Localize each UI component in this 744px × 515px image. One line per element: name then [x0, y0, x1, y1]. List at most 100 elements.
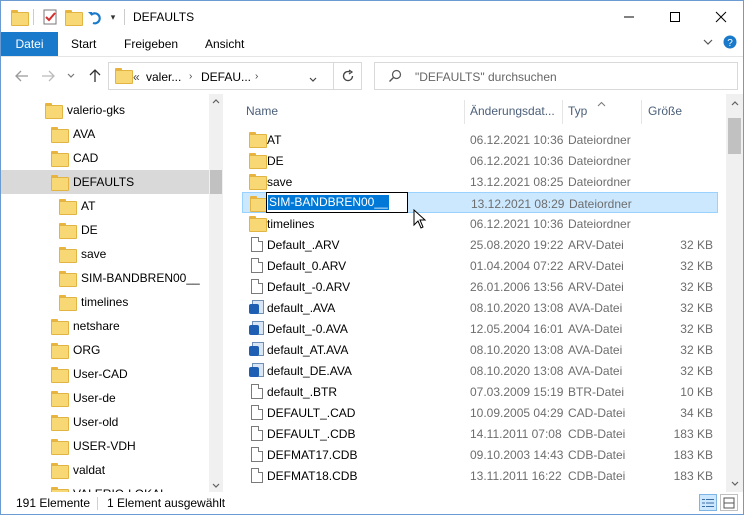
- column-header-size[interactable]: Größe: [648, 94, 682, 128]
- file-row[interactable]: save 13.12.2021 08:25 Dateiordner: [242, 171, 718, 192]
- column-divider[interactable]: [562, 100, 563, 124]
- file-row[interactable]: SIM-BANDBREN00__ 13.12.2021 08:29 Dateiord…: [242, 192, 718, 213]
- file-row[interactable]: Default_0.ARV 01.04.2004 07:22 ARV-Datei 32…: [242, 255, 718, 276]
- file-list-scroll-thumb[interactable]: [728, 118, 741, 154]
- nav-item[interactable]: User-de: [1, 386, 209, 410]
- file-row[interactable]: DE 06.12.2021 10:36 Dateiordner: [242, 150, 718, 171]
- rename-input[interactable]: SIM-BANDBREN00__: [266, 192, 408, 213]
- file-name: timelines: [267, 217, 315, 231]
- nav-item[interactable]: valdat: [1, 458, 209, 482]
- undo-icon[interactable]: [86, 7, 104, 27]
- maximize-button[interactable]: [652, 1, 698, 32]
- nav-item[interactable]: VALERIO-LOKAL: [1, 482, 209, 492]
- help-icon[interactable]: ?: [723, 35, 737, 52]
- nav-item[interactable]: DE: [1, 218, 209, 242]
- nav-scrollbar[interactable]: [209, 94, 223, 492]
- nav-item[interactable]: SIM-BANDBREN00__: [1, 266, 209, 290]
- rename-selected-text: SIM-BANDBREN00__: [268, 195, 389, 210]
- file-date: 07.03.2009 15:19: [470, 385, 564, 399]
- search-input[interactable]: "DEFAULTS" durchsuchen: [374, 62, 738, 90]
- explorer-window: ▾ DEFAULTS Datei Start Freigeben Ansicht…: [0, 0, 744, 515]
- address-dropdown-icon[interactable]: [309, 72, 317, 86]
- divider: [124, 9, 125, 25]
- file-row[interactable]: Default_.ARV 25.08.2020 19:22 ARV-Datei 32 …: [242, 234, 718, 255]
- nav-item[interactable]: valerio-gks: [1, 98, 209, 122]
- tab-share[interactable]: Freigeben: [111, 32, 191, 56]
- scroll-down-icon[interactable]: [728, 476, 742, 490]
- file-row[interactable]: default_DE.AVA 08.10.2020 13:08 AVA-Datei 3…: [242, 360, 718, 381]
- refresh-button[interactable]: [333, 63, 361, 89]
- scroll-up-icon[interactable]: [209, 94, 223, 108]
- file-row[interactable]: default_.BTR 07.03.2009 15:19 BTR-Datei 10 …: [242, 381, 718, 402]
- file-row[interactable]: default_.AVA 08.10.2020 13:08 AVA-Datei 32 …: [242, 297, 718, 318]
- file-row[interactable]: Default_-0.ARV 26.01.2006 13:56 ARV-Datei 3…: [242, 276, 718, 297]
- file-row[interactable]: DEFAULT_.CAD 10.09.2005 04:29 CAD-Datei 34 …: [242, 402, 718, 423]
- file-type: Dateiordner: [568, 133, 631, 147]
- folder-icon: [51, 127, 69, 143]
- file-date: 13.12.2021 08:25: [470, 175, 564, 189]
- breadcrumb-parent[interactable]: valer...: [146, 70, 181, 84]
- tab-view[interactable]: Ansicht: [192, 32, 257, 56]
- file-type: Dateiordner: [568, 217, 631, 231]
- column-divider[interactable]: [641, 100, 642, 124]
- properties-icon[interactable]: [40, 7, 60, 27]
- nav-scroll-thumb[interactable]: [210, 170, 222, 194]
- nav-item[interactable]: CAD: [1, 146, 209, 170]
- minimize-button[interactable]: [606, 1, 652, 32]
- nav-item[interactable]: User-old: [1, 410, 209, 434]
- divider: [97, 497, 98, 510]
- file-size: 32 KB: [680, 301, 713, 315]
- file-date: 08.10.2020 13:08: [470, 364, 564, 378]
- column-header-type[interactable]: Typ: [568, 94, 587, 128]
- customize-toolbar-icon[interactable]: ▾: [107, 7, 119, 27]
- file-row[interactable]: Default_-0.AVA 12.05.2004 16:01 AVA-Datei 3…: [242, 318, 718, 339]
- address-overflow[interactable]: «: [133, 70, 140, 84]
- folder-icon: [45, 103, 63, 119]
- nav-item[interactable]: AVA: [1, 122, 209, 146]
- back-arrow-icon[interactable]: [13, 66, 31, 86]
- chevron-right-icon[interactable]: ›: [189, 71, 192, 82]
- nav-item[interactable]: ORG: [1, 338, 209, 362]
- column-header-date[interactable]: Änderungsdat...: [470, 94, 555, 128]
- file-row[interactable]: DEFMAT17.CDB 09.10.2003 14:43 CDB-Datei 183…: [242, 444, 718, 465]
- file-row[interactable]: timelines 06.12.2021 10:36 Dateiordner: [242, 213, 718, 234]
- nav-item-label: DE: [81, 223, 98, 237]
- file-row[interactable]: AT 06.12.2021 10:36 Dateiordner: [242, 129, 718, 150]
- chevron-right-icon[interactable]: ›: [255, 71, 258, 82]
- file-type: AVA-Datei: [568, 322, 623, 336]
- nav-item[interactable]: AT: [1, 194, 209, 218]
- file-row[interactable]: DEFAULT_.CDB 14.11.2011 07:08 CDB-Datei 183…: [242, 423, 718, 444]
- selection-count: 1 Element ausgewählt: [107, 496, 226, 510]
- scroll-down-icon[interactable]: [209, 478, 223, 492]
- new-folder-icon[interactable]: [64, 7, 83, 27]
- nav-item[interactable]: timelines: [1, 290, 209, 314]
- up-arrow-icon[interactable]: [86, 66, 104, 86]
- address-bar[interactable]: « valer... › DEFAU... ›: [108, 62, 362, 90]
- details-view-button[interactable]: [699, 494, 717, 511]
- nav-item[interactable]: DEFAULTS: [1, 170, 209, 194]
- large-icons-view-button[interactable]: [720, 494, 738, 511]
- nav-item[interactable]: netshare: [1, 314, 209, 338]
- column-divider[interactable]: [464, 100, 465, 124]
- folder-icon: [59, 247, 77, 263]
- pane-splitter[interactable]: [223, 94, 224, 492]
- file-icon: [251, 468, 263, 486]
- forward-arrow-icon[interactable]: [39, 66, 57, 86]
- nav-item[interactable]: USER-VDH: [1, 434, 209, 458]
- scroll-up-icon[interactable]: [728, 96, 742, 110]
- file-row[interactable]: default_AT.AVA 08.10.2020 13:08 AVA-Datei 3…: [242, 339, 718, 360]
- nav-item[interactable]: User-CAD: [1, 362, 209, 386]
- tab-start[interactable]: Start: [58, 32, 109, 56]
- tab-file[interactable]: Datei: [1, 32, 58, 56]
- recent-locations-icon[interactable]: [64, 66, 78, 86]
- nav-item[interactable]: save: [1, 242, 209, 266]
- large-icons-view-icon: [723, 497, 735, 508]
- nav-item-label: valerio-gks: [67, 103, 126, 117]
- breadcrumb-current[interactable]: DEFAU...: [201, 70, 251, 84]
- file-size: 32 KB: [680, 322, 713, 336]
- file-row[interactable]: DEFMAT18.CDB 13.11.2011 16:22 CDB-Datei 183…: [242, 465, 718, 486]
- file-list-scrollbar[interactable]: [726, 94, 743, 492]
- column-header-name[interactable]: Name: [246, 94, 278, 128]
- expand-ribbon-icon[interactable]: [703, 36, 713, 50]
- close-button[interactable]: [698, 1, 743, 32]
